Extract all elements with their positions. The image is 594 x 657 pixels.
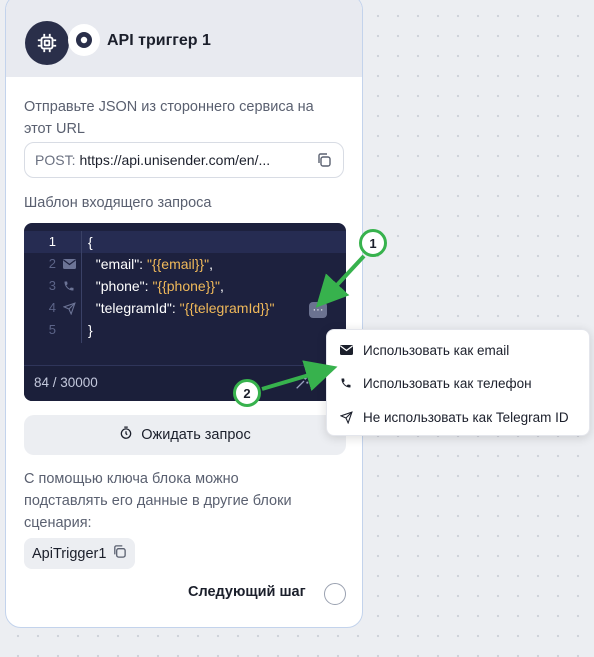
menu-item-label: Использовать как телефон [363, 375, 532, 391]
wait-request-button[interactable]: Ожидать запрос [24, 415, 346, 455]
envelope-icon [62, 256, 76, 272]
block-key-description: С помощью ключа блока можно подставлять … [24, 471, 292, 531]
code-line[interactable]: 3 "phone": "{{phone}}", [24, 275, 346, 297]
annotation-marker-2: 2 [233, 379, 261, 407]
json-key: "telegramId": [95, 300, 180, 316]
menu-item-label: Использовать как email [363, 342, 510, 358]
character-counter: 84 / 30000 [34, 375, 98, 390]
chip-icon [25, 21, 69, 65]
code-line[interactable]: 1 { [24, 231, 346, 253]
editor-footer: 84 / 30000 [24, 365, 346, 401]
menu-item-use-as-phone[interactable]: Использовать как телефон [327, 368, 589, 398]
json-key: "email": [95, 256, 147, 272]
json-code-editor[interactable]: 1 { 2 "email": "{{email}}", 3 "phone": "… [24, 223, 346, 401]
api-trigger-block: API триггер 1 Отправьте JSON из сторонне… [5, 0, 363, 628]
copy-icon[interactable] [112, 544, 127, 563]
next-step-connector[interactable] [324, 583, 346, 605]
code-line[interactable]: 5 } [24, 319, 346, 341]
json-key: "phone": [95, 278, 153, 294]
variable-options-button[interactable]: ··· [309, 302, 327, 318]
code-text: } [88, 322, 93, 338]
block-key: ApiTrigger1 [32, 545, 107, 562]
gutter-divider [81, 231, 82, 343]
target-badge-icon [68, 24, 100, 56]
line-number: 4 [48, 300, 56, 315]
code-line[interactable]: 4 "telegramId": "{{telegramId}}" [24, 297, 346, 319]
json-punct: , [209, 256, 213, 272]
annotation-marker-1: 1 [359, 229, 387, 257]
menu-item-not-telegram-id[interactable]: Не использовать как Telegram ID [327, 402, 589, 432]
magic-wand-icon[interactable] [294, 375, 312, 393]
json-value: "{{phone}}" [152, 278, 221, 294]
copy-icon[interactable] [315, 151, 333, 169]
webhook-url: https://api.unisender.com/en/... [79, 152, 271, 168]
code-text: "phone": "{{phone}}", [88, 275, 224, 297]
block-key-chip[interactable]: ApiTrigger1 [24, 538, 136, 569]
phone-icon [339, 376, 353, 390]
code-text: { [88, 234, 93, 250]
line-number: 1 [48, 234, 56, 249]
variable-context-menu: Использовать как email Использовать как … [326, 329, 590, 436]
url-description: Отправьте JSON из стороннего сервиса на … [24, 99, 314, 137]
block-header: API триггер 1 [6, 0, 362, 77]
line-number: 5 [48, 322, 56, 337]
line-number: 2 [48, 256, 56, 271]
paper-plane-icon [339, 410, 353, 424]
code-text: "telegramId": "{{telegramId}}" [88, 297, 275, 319]
block-title: API триггер 1 [107, 32, 211, 49]
timer-icon [119, 426, 133, 444]
envelope-icon [339, 343, 353, 357]
menu-item-use-as-email[interactable]: Использовать как email [327, 335, 589, 365]
json-punct: , [220, 278, 224, 294]
code-line[interactable]: 2 "email": "{{email}}", [24, 253, 346, 275]
webhook-url-field[interactable]: POST: https://api.unisender.com/en/... [24, 142, 344, 178]
menu-item-label: Не использовать как Telegram ID [363, 409, 569, 425]
http-method: POST: [35, 152, 76, 168]
code-text: "email": "{{email}}", [88, 253, 213, 275]
json-value: "{{email}}" [146, 256, 210, 272]
json-value: "{{telegramId}}" [179, 300, 275, 316]
wait-button-label: Ожидать запрос [141, 427, 251, 443]
phone-icon [62, 278, 76, 294]
paper-plane-icon [62, 300, 76, 316]
code-area[interactable]: 1 { 2 "email": "{{email}}", 3 "phone": "… [24, 231, 346, 343]
next-step-label: Следующий шаг [188, 584, 306, 600]
template-label: Шаблон входящего запроса [24, 195, 212, 211]
line-number: 3 [48, 278, 56, 293]
